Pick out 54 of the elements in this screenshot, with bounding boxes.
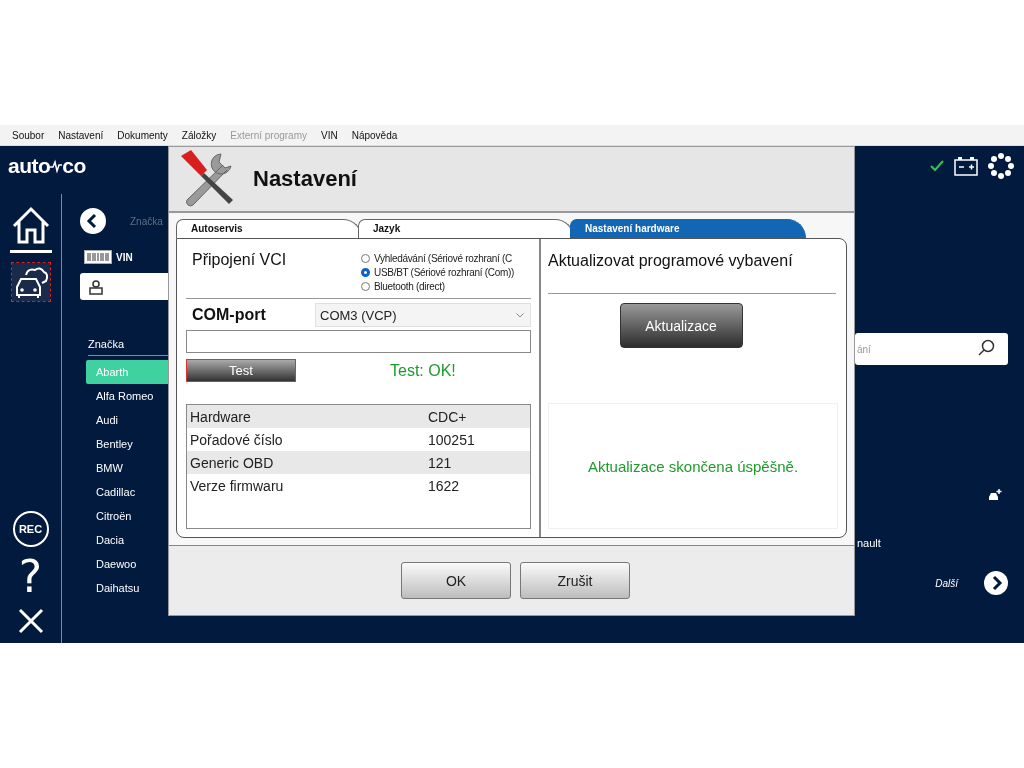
test-button[interactable]: Test bbox=[186, 359, 296, 382]
table-cell-text: Generic OBD bbox=[190, 454, 275, 471]
menu-item[interactable]: Nastavení bbox=[58, 129, 104, 141]
table-cell: CDC+ bbox=[428, 408, 467, 425]
update-message: Aktualizace skončena úspěšně. bbox=[587, 457, 799, 475]
menu-item[interactable]: Dokumenty bbox=[117, 129, 168, 141]
dialog-title: Nastavení bbox=[253, 166, 357, 192]
table-cell: 1622 bbox=[428, 477, 460, 494]
connection-title: Připojení VCI bbox=[192, 251, 287, 270]
menu-item[interactable]: Soubor bbox=[12, 129, 45, 141]
chevron-down-icon bbox=[516, 312, 524, 318]
ok-button[interactable]: OK bbox=[401, 562, 511, 599]
back-button[interactable] bbox=[80, 208, 106, 234]
menu-item[interactable]: Nápověda bbox=[351, 129, 398, 141]
table-cell: 121 bbox=[428, 454, 452, 471]
com-port-label: COM-port bbox=[192, 306, 266, 324]
record-button[interactable]: REC bbox=[12, 511, 49, 547]
search-field[interactable]: ání bbox=[855, 333, 1008, 365]
input-field[interactable] bbox=[186, 330, 531, 353]
barcode-icon bbox=[84, 250, 112, 264]
radio-label[interactable]: Vyhledávání (Sériové rozhraní (C bbox=[374, 252, 512, 264]
breadcrumb-label: Značka bbox=[130, 215, 163, 227]
loading-icon[interactable] bbox=[988, 153, 1014, 179]
update-button[interactable]: Aktualizace bbox=[619, 303, 743, 348]
table-cell-text: Verze firmwaru bbox=[190, 477, 285, 494]
tab[interactable]: Nastavení hardware bbox=[570, 219, 806, 238]
radio-label[interactable]: Bluetooth (direct) bbox=[374, 280, 445, 292]
cancel-button[interactable]: Zrušit bbox=[520, 562, 630, 599]
battery-icon[interactable] bbox=[954, 156, 978, 176]
radio-label[interactable]: USB/BT (Sériové rozhraní (Com)) bbox=[374, 266, 514, 278]
brand-item[interactable]: nault bbox=[857, 537, 1008, 549]
cars-icon[interactable] bbox=[11, 263, 50, 301]
help-button[interactable]: ? bbox=[18, 557, 43, 597]
next-label: Další bbox=[935, 577, 958, 589]
com-port-dropdown[interactable]: COM3 (VCP) bbox=[315, 303, 531, 327]
car-plus-icon[interactable] bbox=[988, 489, 1002, 501]
table-cell: 100251 bbox=[428, 431, 475, 448]
app-logo: auto co bbox=[8, 154, 86, 178]
test-result: Test: OK! bbox=[390, 361, 456, 380]
radio-button[interactable] bbox=[361, 253, 370, 263]
vin-label: VIN bbox=[116, 251, 133, 263]
id-card-icon bbox=[88, 278, 104, 295]
menu-item[interactable]: Záložky bbox=[181, 129, 217, 141]
next-button[interactable] bbox=[984, 571, 1008, 595]
table-cell-text: Pořadové číslo bbox=[190, 431, 284, 448]
close-icon[interactable] bbox=[16, 607, 45, 635]
home-icon[interactable] bbox=[9, 204, 52, 253]
search-icon bbox=[978, 339, 996, 357]
table-cell-text: Hardware bbox=[190, 408, 252, 425]
menu-item[interactable]: VIN bbox=[321, 129, 338, 141]
update-title: Aktualizovat programové vybavení bbox=[548, 252, 794, 270]
check-icon bbox=[930, 160, 944, 172]
radio-button[interactable] bbox=[361, 267, 370, 277]
radio-button[interactable] bbox=[361, 281, 370, 291]
